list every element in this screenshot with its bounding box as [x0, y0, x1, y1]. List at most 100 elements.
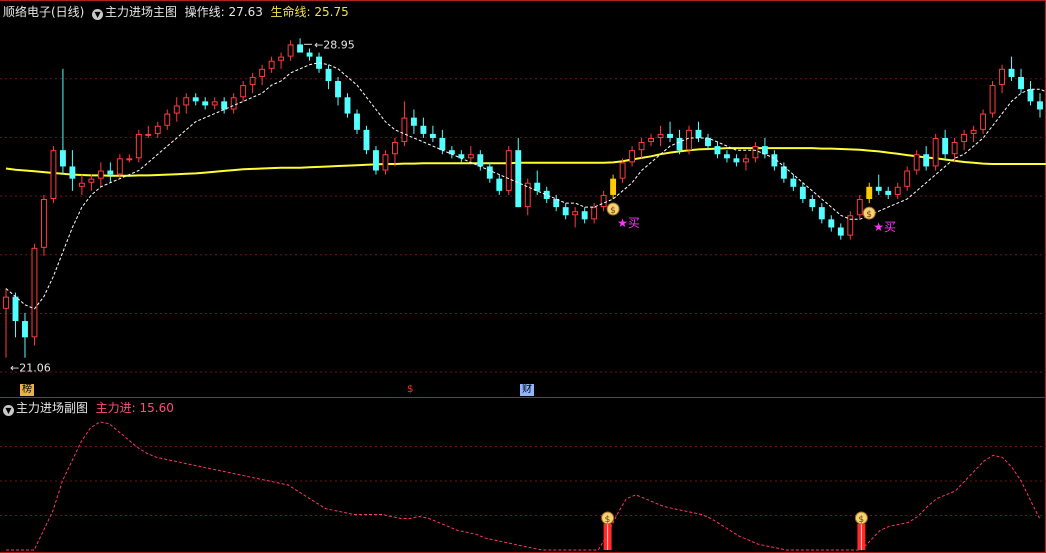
candle-body: [629, 150, 636, 163]
candle-body: [325, 68, 332, 82]
money-bag-symbol: $: [610, 206, 616, 216]
candle-body: [610, 178, 617, 195]
candle-body: [173, 105, 180, 114]
candle-body: [752, 146, 759, 159]
candle-body: [856, 199, 863, 216]
candle-body: [676, 137, 683, 151]
candle-body: [401, 117, 408, 143]
candle-body: [667, 133, 673, 138]
money-bag-symbol: $: [858, 515, 864, 525]
candle-body: [562, 207, 569, 216]
event-tag-finance[interactable]: 财: [520, 384, 534, 396]
candle-body: [192, 97, 199, 102]
candle-body: [591, 207, 598, 220]
candle-body: [695, 129, 702, 138]
candle-body: [183, 97, 190, 106]
candle-body: [980, 113, 987, 130]
candle-body: [970, 129, 977, 134]
candle-body: [154, 125, 161, 134]
candle-body: [467, 154, 474, 159]
candle-body: [1037, 101, 1043, 110]
candle-body: [363, 129, 370, 151]
candle-body: [600, 194, 607, 208]
candle-body: [259, 68, 266, 77]
candle-body: [107, 170, 114, 175]
candle-body: [818, 207, 825, 220]
main-header: 顺络电子(日线) ▼ 主力进场主图 操作线: 27.63 生命线: 25.75: [3, 5, 349, 20]
candle-body: [354, 113, 360, 130]
candle-body: [88, 178, 95, 183]
candle-body: [648, 137, 655, 143]
candle-body: [477, 154, 484, 167]
money-bag-symbol: $: [866, 210, 872, 220]
candle-body: [344, 97, 351, 114]
candle-body: [619, 162, 626, 179]
sub-header: ▼ 主力进场副图 主力进: 15.60: [3, 401, 174, 416]
candle-body: [942, 137, 949, 155]
candle-body: [913, 154, 920, 171]
candle-body: [638, 142, 645, 151]
sub-line: [6, 421, 1041, 551]
candle-body: [78, 182, 85, 187]
candle-body: [828, 219, 835, 228]
candle-body: [12, 296, 19, 322]
main-indicator-name[interactable]: 主力进场主图: [105, 5, 177, 19]
candle-body: [799, 186, 806, 199]
candle-body: [202, 101, 209, 106]
money-bag-symbol: $: [605, 515, 611, 525]
chart-canvas[interactable]: ←28.95←21.06$★买$★买$ $: [0, 0, 1046, 553]
chart-window: ←28.95 ←21.06 $ ★买 $ ★买 $ $ 顺络电子(日线) ▼ 主力进场主图 操作…: [0, 0, 1046, 553]
candle-body: [335, 81, 341, 98]
sub-indicator-menu-icon[interactable]: ▼: [3, 405, 14, 416]
candle-body: [581, 211, 588, 220]
candle-body: [249, 76, 256, 86]
candle-body: [543, 190, 550, 199]
candle-body: [486, 166, 493, 179]
candle-body: [505, 150, 512, 191]
candle-body: [126, 158, 133, 161]
candle-body: [790, 178, 797, 187]
candle-body: [847, 215, 854, 236]
candle-body: [3, 296, 9, 309]
candle-body: [135, 133, 142, 159]
candle-body: [382, 154, 389, 171]
candle-body: [97, 170, 104, 179]
candle-body: [164, 113, 171, 126]
candle-body: [1027, 89, 1034, 102]
candle-body: [69, 166, 76, 179]
candle-body: [59, 150, 66, 167]
op-line: [5, 62, 1046, 310]
candle-body: [923, 154, 930, 167]
candle-body: [904, 170, 911, 187]
candle-body: [932, 137, 939, 167]
candle-body: [306, 52, 313, 57]
candle-body: [686, 129, 692, 151]
candle-body: [714, 146, 721, 155]
candle-body: [297, 44, 304, 53]
candle-body: [837, 227, 844, 236]
candle-body: [742, 158, 749, 163]
high-price-label: ←28.95: [314, 38, 355, 51]
candle-body: [1008, 68, 1015, 77]
candle-body: [211, 101, 218, 106]
candle-body: [875, 186, 882, 191]
life-line-label: 生命线: 25.75: [270, 5, 349, 19]
candle-body: [410, 117, 417, 126]
candle-body: [999, 68, 1005, 86]
candle-body: [50, 150, 57, 200]
candle-body: [866, 186, 873, 199]
candle-body: [951, 142, 958, 155]
low-price-label: ←21.06: [10, 362, 51, 375]
sub-value-label: 主力进: 15.60: [95, 401, 174, 415]
candle-body: [287, 44, 294, 57]
candle-body: [572, 211, 579, 216]
event-tag-rank[interactable]: 榜: [20, 384, 34, 396]
candle-body: [116, 158, 123, 175]
candle-body: [733, 158, 740, 163]
event-tag-dollar[interactable]: $: [405, 384, 415, 396]
indicator-menu-icon[interactable]: ▼: [92, 9, 104, 20]
candle-body: [496, 178, 503, 191]
candle-body: [809, 199, 816, 208]
sub-indicator-name[interactable]: 主力进场副图: [16, 401, 88, 415]
candle-body: [41, 199, 47, 248]
